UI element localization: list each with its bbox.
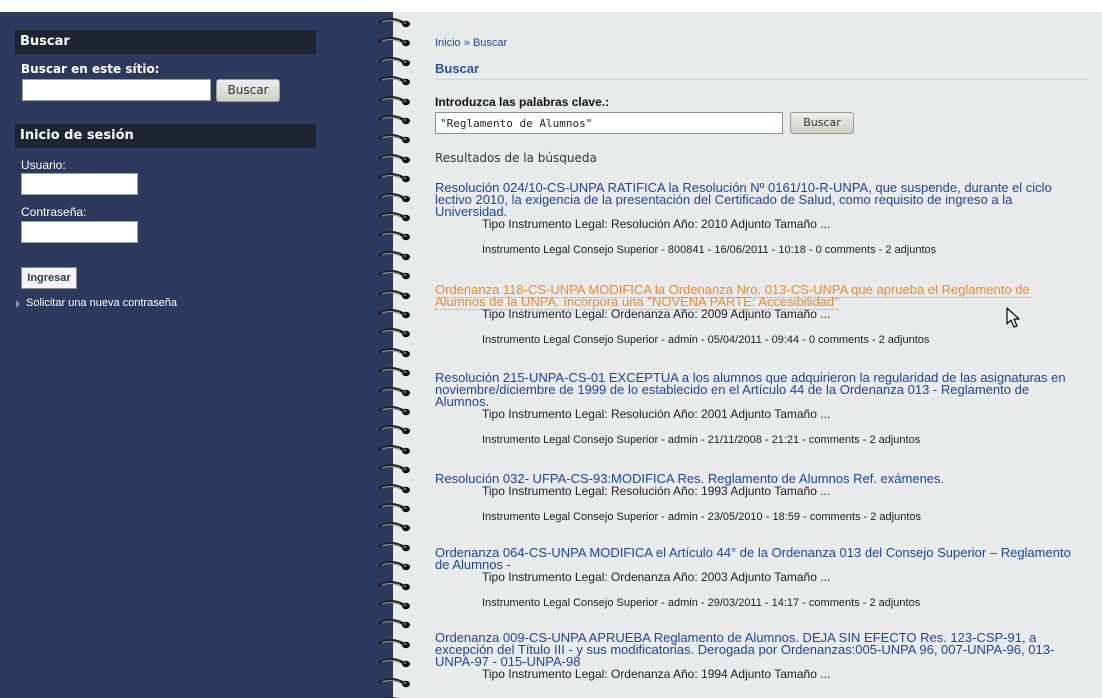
spiral-ring (378, 483, 410, 493)
spiral-binding (378, 12, 418, 698)
keywords-input[interactable] (435, 112, 783, 134)
result-title-link[interactable]: Resolución 215-UNPA-CS-01 EXCEPTUA a los… (435, 371, 1075, 408)
mouse-pointer-icon (1006, 307, 1020, 328)
results-heading: Resultados de la búsqueda (435, 151, 597, 165)
result-meta: Instrumento Legal Consejo Superior - adm… (482, 434, 921, 446)
breadcrumb-separator: » (463, 37, 470, 49)
result-snippet: Tipo Instrumento Legal: Resolución Año: … (482, 407, 831, 421)
spiral-ring (378, 638, 410, 648)
spiral-ring (378, 386, 410, 396)
spiral-ring (378, 541, 410, 551)
result-snippet: Tipo Instrumento Legal: Resolución Año: … (482, 217, 831, 231)
username-field[interactable] (21, 173, 138, 195)
spiral-ring (378, 561, 410, 571)
password-field[interactable] (21, 221, 138, 243)
spiral-ring (378, 76, 410, 86)
result-item: Ordenanza 009-CS-UNPA APRUEBA Reglamento… (435, 631, 1075, 681)
result-meta: Instrumento Legal Consejo Superior - adm… (482, 511, 922, 523)
spiral-ring (378, 658, 410, 668)
result-item: Resolución 032- UFPA-CS-93:MODIFICA Res.… (435, 472, 1075, 524)
spiral-ring (378, 56, 410, 66)
spiral-ring (378, 250, 410, 260)
spiral-ring (378, 677, 410, 687)
spiral-ring (378, 212, 410, 222)
result-meta: Instrumento Legal Consejo Superior - adm… (482, 597, 921, 609)
spiral-ring (378, 406, 410, 416)
spiral-ring (378, 18, 410, 28)
result-snippet: Tipo Instrumento Legal: Resolución Año: … (482, 484, 831, 498)
spiral-ring (378, 425, 410, 435)
top-strip (0, 0, 1102, 12)
spiral-ring (378, 522, 410, 532)
spiral-ring (378, 580, 410, 590)
bullet-icon (16, 300, 20, 308)
username-label: Usuario: (21, 158, 66, 172)
login-button[interactable]: Ingresar (21, 267, 77, 289)
result-item: Resolución 215-UNPA-CS-01 EXCEPTUA a los… (435, 371, 1075, 447)
password-label: Contraseña: (21, 205, 87, 219)
breadcrumb-home-link[interactable]: Inicio (435, 37, 461, 49)
breadcrumb-current-link[interactable]: Buscar (473, 37, 507, 49)
spiral-ring (378, 192, 410, 202)
site-search-label: Buscar en este sítio: (21, 62, 160, 76)
spiral-ring (378, 153, 410, 163)
result-title-link[interactable]: Ordenanza 009-CS-UNPA APRUEBA Reglamento… (435, 631, 1075, 668)
result-item: Resolución 024/10-CS-UNPA RATIFICA la Re… (435, 181, 1075, 257)
result-snippet: Tipo Instrumento Legal: Ordenanza Año: 2… (482, 570, 831, 584)
breadcrumb: Inicio » Buscar (435, 37, 507, 49)
result-snippet: Tipo Instrumento Legal: Ordenanza Año: 1… (482, 667, 831, 681)
spiral-ring (378, 619, 410, 629)
spiral-ring (378, 37, 410, 47)
spiral-ring (378, 367, 410, 377)
result-snippet: Tipo Instrumento Legal: Ordenanza Año: 2… (482, 307, 831, 321)
spiral-ring (378, 309, 410, 319)
spiral-ring (378, 328, 410, 338)
result-title-link[interactable]: Ordenanza 064-CS-UNPA MODIFICA el Artícu… (435, 546, 1075, 571)
result-title-link[interactable]: Ordenanza 118-CS-UNPA MODIFICA la Ordena… (435, 282, 1030, 310)
spiral-ring (378, 173, 410, 183)
spiral-ring (378, 231, 410, 241)
request-new-password-link[interactable]: Solicitar una nueva contraseña (26, 297, 177, 309)
result-item: Ordenanza 118-CS-UNPA MODIFICA la Ordena… (435, 282, 1075, 347)
spiral-ring (378, 600, 410, 610)
site-search-button[interactable]: Buscar (216, 79, 280, 102)
result-item: Ordenanza 064-CS-UNPA MODIFICA el Artícu… (435, 546, 1075, 610)
spiral-ring (378, 503, 410, 513)
sidebar: Buscar Buscar en este sítio: Buscar Inic… (0, 12, 393, 698)
spiral-ring (378, 289, 410, 299)
result-title-link[interactable]: Resolución 024/10-CS-UNPA RATIFICA la Re… (435, 181, 1075, 218)
login-block-title: Inicio de sesión (15, 124, 316, 148)
site-search-input[interactable] (22, 79, 211, 101)
search-button[interactable]: Buscar (790, 112, 854, 134)
spiral-ring (378, 134, 410, 144)
page-title: Buscar (435, 61, 480, 76)
spiral-ring (378, 95, 410, 105)
result-meta: Instrumento Legal Consejo Superior - adm… (482, 334, 930, 346)
title-divider (435, 79, 1087, 80)
spiral-ring (378, 347, 410, 357)
spiral-ring (378, 464, 410, 474)
search-block-title: Buscar (15, 30, 316, 54)
keywords-label: Introduzca las palabras clave.: (435, 95, 610, 109)
spiral-ring (378, 444, 410, 454)
spiral-ring (378, 270, 410, 280)
main-content: Inicio » Buscar Buscar Introduzca las pa… (418, 12, 1102, 698)
spiral-ring (378, 115, 410, 125)
result-meta: Instrumento Legal Consejo Superior - 800… (482, 244, 937, 256)
